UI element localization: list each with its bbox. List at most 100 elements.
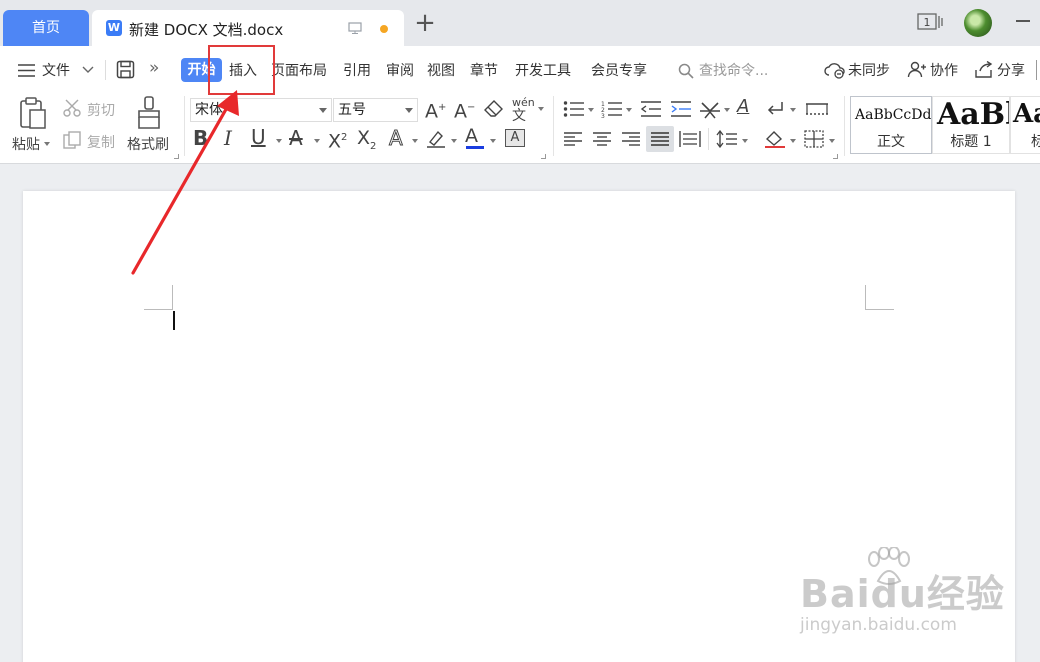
underline-dropdown-icon[interactable] xyxy=(276,139,282,143)
wps-writer-icon: W xyxy=(106,20,122,36)
style-heading-1-label: 标题 1 xyxy=(950,134,992,150)
search-command-input[interactable]: 查找命令... xyxy=(699,62,768,80)
increase-font-icon[interactable]: A+ xyxy=(425,98,446,121)
align-right-icon[interactable] xyxy=(621,131,641,147)
menu-bar: 文件 » 开始 插入 页面布局 引用 审阅 视图 章节 开发工具 会员专享 查找… xyxy=(0,46,1040,92)
unsaved-indicator-dot xyxy=(380,25,388,33)
menu-tab-developer[interactable]: 开发工具 xyxy=(515,62,571,80)
character-shading-icon[interactable]: A xyxy=(505,129,525,147)
sync-status-label[interactable]: 未同步 xyxy=(848,62,890,80)
menu-tab-page-layout[interactable]: 页面布局 xyxy=(271,62,327,80)
line-spacing-icon[interactable] xyxy=(716,130,738,148)
align-center-icon[interactable] xyxy=(592,131,612,147)
highlight-pen-icon[interactable] xyxy=(426,130,446,148)
shading-dropdown-icon[interactable] xyxy=(790,139,796,143)
document-tab[interactable]: W 新建 DOCX 文档.docx xyxy=(92,10,404,46)
text-effect-dropdown-icon[interactable] xyxy=(412,139,418,143)
clear-format-eraser-icon[interactable] xyxy=(484,100,504,118)
paste-label[interactable]: 粘贴 xyxy=(12,134,40,154)
chinese-layout-dropdown-icon[interactable] xyxy=(724,108,730,112)
more-arrows-icon[interactable]: » xyxy=(149,59,159,77)
scissors-icon[interactable] xyxy=(63,99,83,117)
menu-tab-review[interactable]: 审阅 xyxy=(386,62,414,80)
minimize-button[interactable] xyxy=(1016,20,1030,22)
shading-fill-icon[interactable] xyxy=(764,130,786,148)
new-tab-button[interactable]: + xyxy=(413,10,437,36)
chevron-down-icon[interactable] xyxy=(82,66,94,74)
cut-label[interactable]: 剪切 xyxy=(87,100,115,120)
style-heading-2-label: 标 xyxy=(1031,131,1040,151)
search-icon[interactable] xyxy=(678,63,694,79)
text-cursor xyxy=(173,311,175,330)
bullet-list-icon[interactable] xyxy=(563,100,585,118)
numbering-dropdown-icon[interactable] xyxy=(626,108,632,112)
chinese-layout-icon[interactable] xyxy=(699,99,721,119)
style-heading-1-sample: AaBl xyxy=(937,97,1010,132)
paragraph-mark-icon[interactable] xyxy=(766,100,786,118)
underline-icon[interactable]: U xyxy=(251,127,266,147)
font-color-dropdown-icon[interactable] xyxy=(490,139,496,143)
file-menu[interactable]: 文件 xyxy=(42,62,70,80)
superscript-icon[interactable]: X2 xyxy=(328,128,347,151)
svg-text:3: 3 xyxy=(601,113,605,118)
font-size-select[interactable]: 五号 xyxy=(333,98,418,122)
monitor-icon[interactable] xyxy=(348,22,362,34)
decrease-indent-icon[interactable] xyxy=(640,100,662,118)
title-bar: 首页 W 新建 DOCX 文档.docx + 1 xyxy=(0,0,1040,46)
paragraph-mark-dropdown-icon[interactable] xyxy=(790,108,796,112)
copy-icon[interactable] xyxy=(63,131,83,149)
highlight-dropdown-icon[interactable] xyxy=(451,139,457,143)
style-normal[interactable]: AaBbCcDd 正文 xyxy=(850,96,932,154)
line-spacing-dropdown-icon[interactable] xyxy=(742,139,748,143)
chevron-down-icon xyxy=(319,108,327,113)
font-color-bar xyxy=(466,146,484,149)
home-tab[interactable]: 首页 xyxy=(3,10,89,46)
watermark-url: jingyan.baidu.com xyxy=(800,615,957,635)
user-avatar[interactable] xyxy=(964,9,992,37)
distributed-align-icon[interactable] xyxy=(679,130,701,148)
font-group-expand-icon[interactable] xyxy=(541,154,546,159)
style-heading-2[interactable]: Aa 标 xyxy=(1010,96,1040,154)
paragraph-divider xyxy=(708,128,709,150)
paragraph-group-expand-icon[interactable] xyxy=(833,154,838,159)
justify-button[interactable] xyxy=(646,126,674,152)
text-effect-icon[interactable]: A xyxy=(389,128,404,149)
pinyin-dropdown-icon[interactable] xyxy=(538,107,544,111)
share-icon[interactable] xyxy=(974,61,994,79)
menu-tab-member[interactable]: 会员专享 xyxy=(591,62,647,80)
bullet-dropdown-icon[interactable] xyxy=(588,108,594,112)
save-icon[interactable] xyxy=(116,60,135,79)
style-normal-label: 正文 xyxy=(877,134,905,150)
chevron-down-icon xyxy=(405,108,413,113)
subscript-icon[interactable]: X2 xyxy=(357,128,376,157)
font-color-icon[interactable]: A xyxy=(465,126,478,146)
borders-icon[interactable] xyxy=(804,130,824,148)
strikethrough-icon[interactable]: A xyxy=(289,128,303,148)
text-direction-icon[interactable]: A xyxy=(737,97,749,117)
hamburger-menu-icon[interactable] xyxy=(18,64,35,77)
copy-label[interactable]: 复制 xyxy=(87,132,115,152)
align-left-icon[interactable] xyxy=(563,131,583,147)
increase-indent-icon[interactable] xyxy=(670,100,692,118)
ribbon-separator xyxy=(844,96,845,156)
strikethrough-dropdown-icon[interactable] xyxy=(314,139,320,143)
cloud-sync-icon[interactable] xyxy=(824,61,846,79)
window-count-icon[interactable]: 1 xyxy=(917,12,943,32)
share-label[interactable]: 分享 xyxy=(997,62,1025,80)
table-tab-stops-icon[interactable] xyxy=(805,101,829,117)
collaborate-icon[interactable] xyxy=(907,61,927,79)
menu-tab-references[interactable]: 引用 xyxy=(343,62,371,80)
paste-dropdown-icon[interactable] xyxy=(44,142,50,146)
decrease-font-icon[interactable]: A− xyxy=(454,98,475,121)
margin-corner-top-right xyxy=(865,285,894,310)
menu-tab-section[interactable]: 章节 xyxy=(470,62,498,80)
collaborate-label[interactable]: 协作 xyxy=(930,62,958,80)
style-heading-1[interactable]: AaBl 标题 1 xyxy=(932,96,1010,154)
pinyin-guide-icon[interactable]: wén 文 xyxy=(512,96,535,129)
menu-tab-view[interactable]: 视图 xyxy=(427,62,455,80)
borders-dropdown-icon[interactable] xyxy=(829,139,835,143)
menu-divider xyxy=(105,60,106,80)
watermark-brand: Baidu经验 xyxy=(800,572,1005,616)
numbered-list-icon[interactable]: 123 xyxy=(601,100,623,118)
paste-icon[interactable] xyxy=(18,96,48,130)
